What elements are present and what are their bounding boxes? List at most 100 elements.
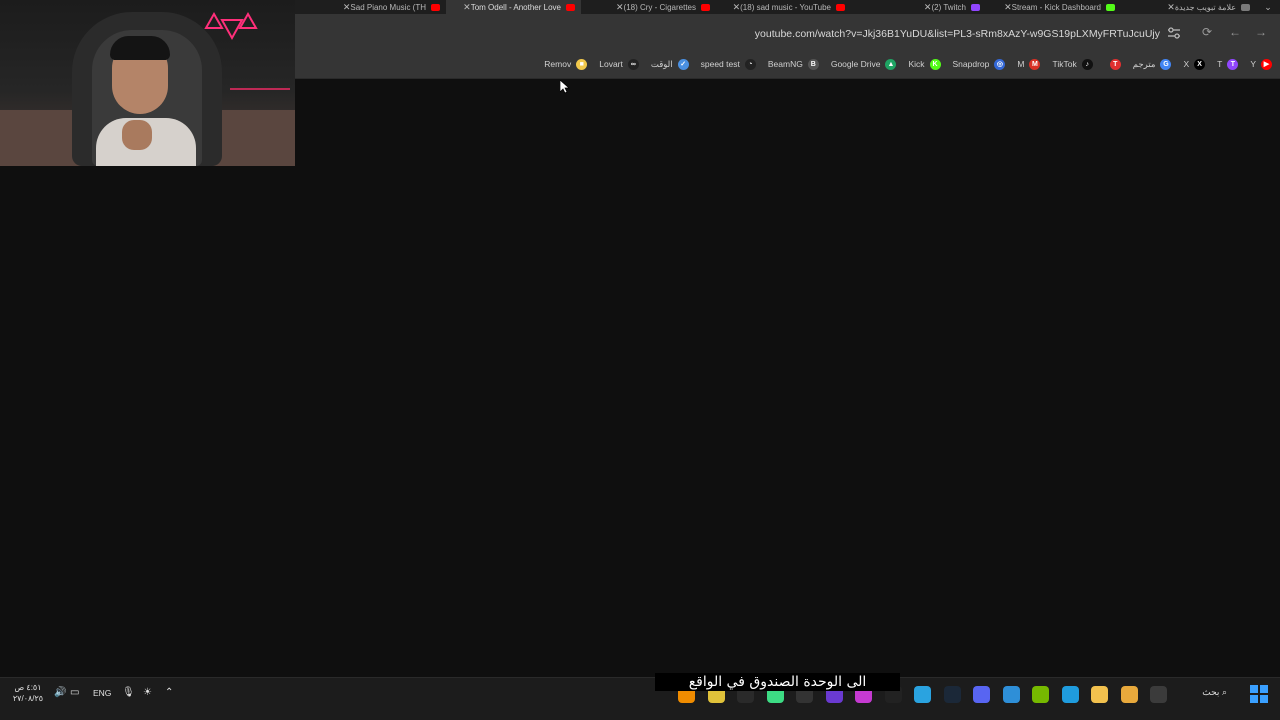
bookmark-item[interactable]: ∞ Lovart: [599, 58, 639, 70]
bookmark-label: speed test: [700, 59, 740, 69]
windows-taskbar: بحث ⌕ ⌃ ☀ 🎙 ENG 🔊 ▭ ٤:٥١ ص ٢٧/٠٨/٢٥: [0, 677, 1280, 720]
neon-light-strip: [230, 88, 290, 90]
windows-start-icon[interactable]: [1250, 685, 1268, 703]
bookmark-item[interactable]: B BeamNG: [768, 58, 819, 70]
site-settings-icon[interactable]: [1167, 27, 1181, 39]
bookmark-item[interactable]: ■ Remov: [544, 58, 588, 70]
steam-icon[interactable]: [943, 686, 961, 703]
bookmark-label: Lovart: [599, 59, 623, 69]
bookmark-item[interactable]: ▲ Google Drive: [830, 58, 897, 70]
video-subtitle: الى الوحدة الصندوق في الواقع: [655, 673, 900, 691]
edge-icon[interactable]: [1061, 686, 1079, 703]
webcam-overlay: [0, 0, 295, 166]
tab-favicon-icon: [566, 3, 575, 11]
bookmark-item[interactable]: ✓ الوقت: [650, 58, 689, 70]
browser-tab[interactable]: علامة تبويب جديدة ✕: [1121, 0, 1256, 14]
tray-overflow-chevron-icon[interactable]: ⌃: [165, 687, 173, 698]
tab-favicon-icon: [1241, 3, 1250, 11]
taskbar-search[interactable]: بحث ⌕: [1185, 687, 1227, 698]
tab-close-icon[interactable]: ✕: [1167, 2, 1175, 13]
tab-title: (18) Cry - Cigarettes: [623, 2, 696, 12]
bookmark-item[interactable]: TT: [1217, 58, 1239, 70]
streamer-hand: [122, 120, 152, 150]
tab-close-icon[interactable]: ✕: [616, 2, 624, 13]
bookmarks-bar: ▶ Y T T X X G مترجم T ♪ TikTok M M ◎ Snapdrop K Kick ▲ Goo…: [295, 50, 1280, 79]
tab-title: علامة تبويب جديدة: [1174, 2, 1236, 12]
bookmark-item[interactable]: ▶ Y: [1250, 58, 1272, 70]
kick-icon: K: [929, 58, 941, 70]
bookmark-label: Remov: [544, 59, 572, 69]
beamng-icon: B: [807, 58, 819, 70]
youtube-icon: ▶: [1261, 58, 1272, 70]
bookmark-item[interactable]: ◔ speed test: [700, 58, 756, 70]
address-toolbar: → ← ⟳ youtube.com/watch?v=Jkj36B1YuDU&li…: [295, 14, 1280, 50]
bookmark-item[interactable]: ♪ TikTok: [1052, 58, 1093, 70]
clock-time: ٤:٥١ ص: [14, 683, 42, 692]
browser-tab[interactable]: (18) Cry - Cigarettes ✕: [581, 0, 716, 14]
bookmark-label: Kick: [908, 59, 925, 69]
bookmark-label: الوقت: [650, 58, 673, 69]
discord-icon[interactable]: [973, 686, 990, 703]
tab-close-icon[interactable]: ✕: [1004, 2, 1012, 13]
bookmark-label: Y: [1250, 59, 1256, 69]
tab-favicon-icon: [701, 3, 710, 11]
network-icon[interactable]: ▭: [70, 687, 79, 698]
browser-tab[interactable]: Tom Odell - Another Love ✕: [446, 0, 581, 14]
snapdrop-icon: ◎: [994, 58, 1006, 70]
speedtest-icon: ◔: [744, 58, 756, 70]
drive-icon: ▲: [885, 58, 897, 70]
bookmark-item[interactable]: MM: [1017, 58, 1041, 70]
input-language[interactable]: ENG: [93, 688, 111, 698]
bookmark-item[interactable]: ◎ Snapdrop: [952, 58, 1006, 70]
browser-tab[interactable]: (18) sad music - YouTube ✕: [716, 0, 851, 14]
neon-logo-icon: [204, 11, 258, 41]
bookmark-item[interactable]: G مترجم: [1132, 58, 1172, 70]
tab-search-chevron-icon[interactable]: ⌄: [1256, 0, 1280, 14]
file-explorer-icon[interactable]: [1150, 686, 1167, 703]
bookmark-item[interactable]: K Kick: [908, 58, 941, 70]
browser-tab[interactable]: Sad Piano Music (TH ✕: [311, 0, 446, 14]
forward-arrow-icon[interactable]: →: [1253, 24, 1269, 40]
top-icon: T: [1109, 58, 1121, 70]
tab-favicon-icon: [431, 3, 440, 11]
browser-tab[interactable]: (2) Twitch ✕: [851, 0, 986, 14]
reload-icon[interactable]: ⟳: [1199, 24, 1215, 40]
google-translate-icon: G: [1160, 58, 1172, 70]
tab-close-icon[interactable]: ✕: [924, 2, 932, 13]
nvidia-icon[interactable]: [1032, 686, 1049, 703]
bookmark-item[interactable]: T: [1105, 58, 1121, 70]
bookmark-label: Snapdrop: [952, 59, 990, 69]
search-icon: ⌕: [1221, 687, 1227, 697]
search-label: بحث: [1202, 687, 1220, 697]
tab-title: (18) sad music - YouTube: [740, 2, 831, 12]
store-icon[interactable]: [1002, 686, 1020, 703]
tab-close-icon[interactable]: ✕: [733, 2, 741, 13]
back-arrow-icon[interactable]: ←: [1227, 24, 1243, 40]
remove-bg-icon: ■: [576, 58, 588, 70]
tab-title: Sad Piano Music (TH: [350, 2, 426, 12]
bookmark-label: M: [1017, 59, 1025, 69]
tab-strip: ⌄ علامة تبويب جديدة ✕ Stream - Kick Dashbo…: [295, 0, 1280, 14]
page-content[interactable]: [0, 80, 1280, 675]
tab-close-icon[interactable]: ✕: [343, 2, 351, 13]
folder-icon[interactable]: [1091, 686, 1108, 703]
microphone-icon[interactable]: 🎙: [122, 687, 135, 698]
tab-title: Tom Odell - Another Love: [470, 2, 561, 12]
x-icon: X: [1194, 58, 1206, 70]
telegram-icon[interactable]: [914, 686, 931, 703]
tab-close-icon[interactable]: ✕: [463, 2, 471, 13]
system-clock[interactable]: ٤:٥١ ص ٢٧/٠٨/٢٥: [10, 682, 46, 704]
copilot-icon[interactable]: [1120, 686, 1138, 703]
volume-icon[interactable]: 🔊: [54, 687, 66, 698]
browser-tab[interactable]: Stream - Kick Dashboard ✕: [986, 0, 1121, 14]
clock-date: ٢٧/٠٨/٢٥: [12, 694, 44, 703]
bookmark-label: TikTok: [1052, 59, 1077, 69]
bookmark-label: Google Drive: [830, 59, 881, 69]
twitch-icon: T: [1227, 58, 1239, 70]
bookmark-label: مترجم: [1132, 58, 1156, 69]
bookmark-item[interactable]: XX: [1183, 58, 1206, 70]
screen: ⌄ علامة تبويب جديدة ✕ Stream - Kick Dashbo…: [0, 0, 1280, 720]
brightness-icon[interactable]: ☀: [143, 687, 152, 698]
address-bar-url[interactable]: youtube.com/watch?v=Jkj36B1YuDU&list=PL3…: [695, 28, 1160, 40]
time-icon: ✓: [677, 58, 689, 70]
